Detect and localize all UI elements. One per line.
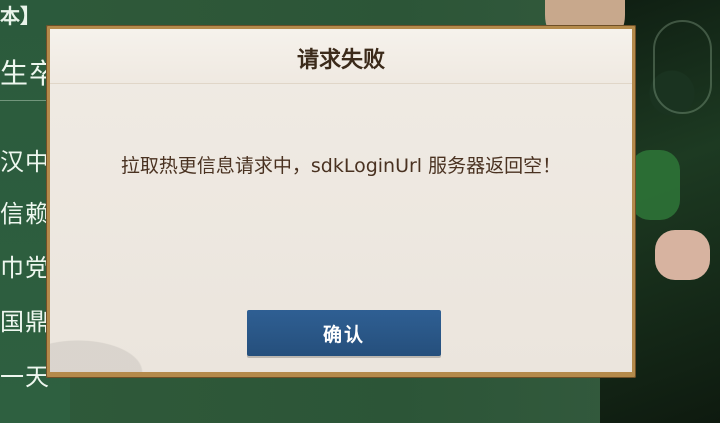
error-dialog: 请求失败 拉取热更信息请求中，sdkLoginUrl 服务器返回空！ 确认 [46, 25, 636, 378]
side-list-header: 本】 [0, 4, 40, 28]
side-list-item: 一天 [0, 363, 50, 391]
side-list-item: 信赖 [0, 200, 50, 228]
decorative-ornament [653, 20, 712, 114]
decorative-cloud-pattern [50, 317, 190, 372]
confirm-button[interactable]: 确认 [247, 310, 441, 356]
character-hand-graphic [655, 230, 710, 280]
dialog-message: 拉取热更信息请求中，sdkLoginUrl 服务器返回空！ [120, 155, 562, 177]
game-screen: 本】 生卒 汉中 信赖 巾党 国鼎 一天 请求失败 拉取热更信息请求中，sdkL… [0, 0, 720, 423]
character-armor-graphic [630, 150, 680, 220]
confirm-button-label: 确认 [322, 323, 365, 346]
side-list-item: 巾党 [0, 254, 50, 282]
dialog-title: 请求失败 [296, 48, 385, 73]
dialog-panel: 请求失败 拉取热更信息请求中，sdkLoginUrl 服务器返回空！ 确认 [50, 29, 632, 372]
side-list-item: 汉中 [0, 148, 50, 176]
side-list-item: 国鼎 [0, 308, 50, 336]
dialog-title-bar: 请求失败 [50, 29, 632, 84]
